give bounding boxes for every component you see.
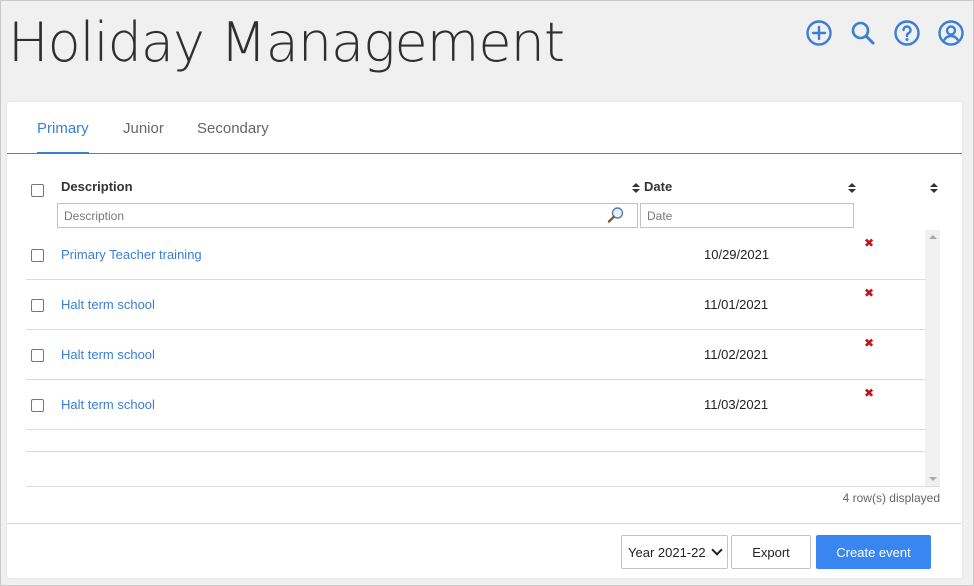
table-row: Halt term school 11/02/2021 ✖ xyxy=(26,330,925,380)
tab-primary[interactable]: Primary xyxy=(37,120,89,154)
export-button[interactable]: Export xyxy=(731,535,811,569)
magnifier-icon[interactable] xyxy=(607,206,625,224)
sort-actions-icon[interactable] xyxy=(930,183,938,194)
sort-date-icon[interactable] xyxy=(848,183,856,194)
event-date: 11/02/2021 xyxy=(704,347,769,362)
year-select-value: Year 2021-22 xyxy=(628,544,706,560)
header-actions xyxy=(803,17,967,49)
help-circle-icon[interactable] xyxy=(891,17,923,49)
holiday-panel: Primary Junior Secondary Description Dat… xyxy=(7,102,962,578)
sort-description-icon[interactable] xyxy=(632,183,640,194)
scroll-down-icon[interactable] xyxy=(929,477,937,481)
events-grid: Primary Teacher training 10/29/2021 ✖ Ha… xyxy=(26,230,940,486)
user-circle-icon[interactable] xyxy=(935,17,967,49)
search-icon[interactable] xyxy=(847,17,879,49)
footer-divider xyxy=(7,523,962,524)
plus-circle-icon[interactable] xyxy=(803,17,835,49)
row-checkbox[interactable] xyxy=(31,299,44,312)
delete-icon[interactable]: ✖ xyxy=(864,337,874,349)
chevron-down-icon xyxy=(711,544,723,556)
event-description-link[interactable]: Halt term school xyxy=(61,397,155,412)
delete-icon[interactable]: ✖ xyxy=(864,237,874,249)
column-header-description[interactable]: Description xyxy=(61,179,133,194)
table-row: Halt term school 11/03/2021 ✖ xyxy=(26,380,925,430)
delete-icon[interactable]: ✖ xyxy=(864,287,874,299)
description-filter-input[interactable] xyxy=(57,203,638,228)
event-date: 11/03/2021 xyxy=(704,397,769,412)
select-all-checkbox[interactable] xyxy=(31,184,44,197)
event-date: 10/29/2021 xyxy=(704,247,770,262)
event-date: 11/01/2021 xyxy=(704,297,769,312)
grid-scrollbar[interactable] xyxy=(925,230,940,486)
grid-bottom-divider xyxy=(26,486,940,487)
row-checkbox[interactable] xyxy=(31,249,44,262)
row-checkbox[interactable] xyxy=(31,349,44,362)
tab-junior[interactable]: Junior xyxy=(123,120,164,154)
column-header-date[interactable]: Date xyxy=(644,179,672,194)
event-description-link[interactable]: Halt term school xyxy=(61,347,155,362)
page-title: Holiday Management xyxy=(8,11,565,74)
tab-secondary[interactable]: Secondary xyxy=(197,120,269,154)
scroll-up-icon[interactable] xyxy=(929,235,937,239)
delete-icon[interactable]: ✖ xyxy=(864,387,874,399)
rows-displayed-count: 4 row(s) displayed xyxy=(842,491,940,505)
table-row: Halt term school 11/01/2021 ✖ xyxy=(26,280,925,330)
event-description-link[interactable]: Halt term school xyxy=(61,297,155,312)
date-filter-input[interactable] xyxy=(640,203,854,228)
create-event-button[interactable]: Create event xyxy=(816,535,931,569)
empty-row xyxy=(26,430,925,452)
year-select[interactable]: Year 2021-22 xyxy=(621,535,728,569)
event-description-link[interactable]: Primary Teacher training xyxy=(61,247,202,262)
row-checkbox[interactable] xyxy=(31,399,44,412)
table-row: Primary Teacher training 10/29/2021 ✖ xyxy=(26,230,925,280)
tab-bar: Primary Junior Secondary xyxy=(7,102,962,154)
